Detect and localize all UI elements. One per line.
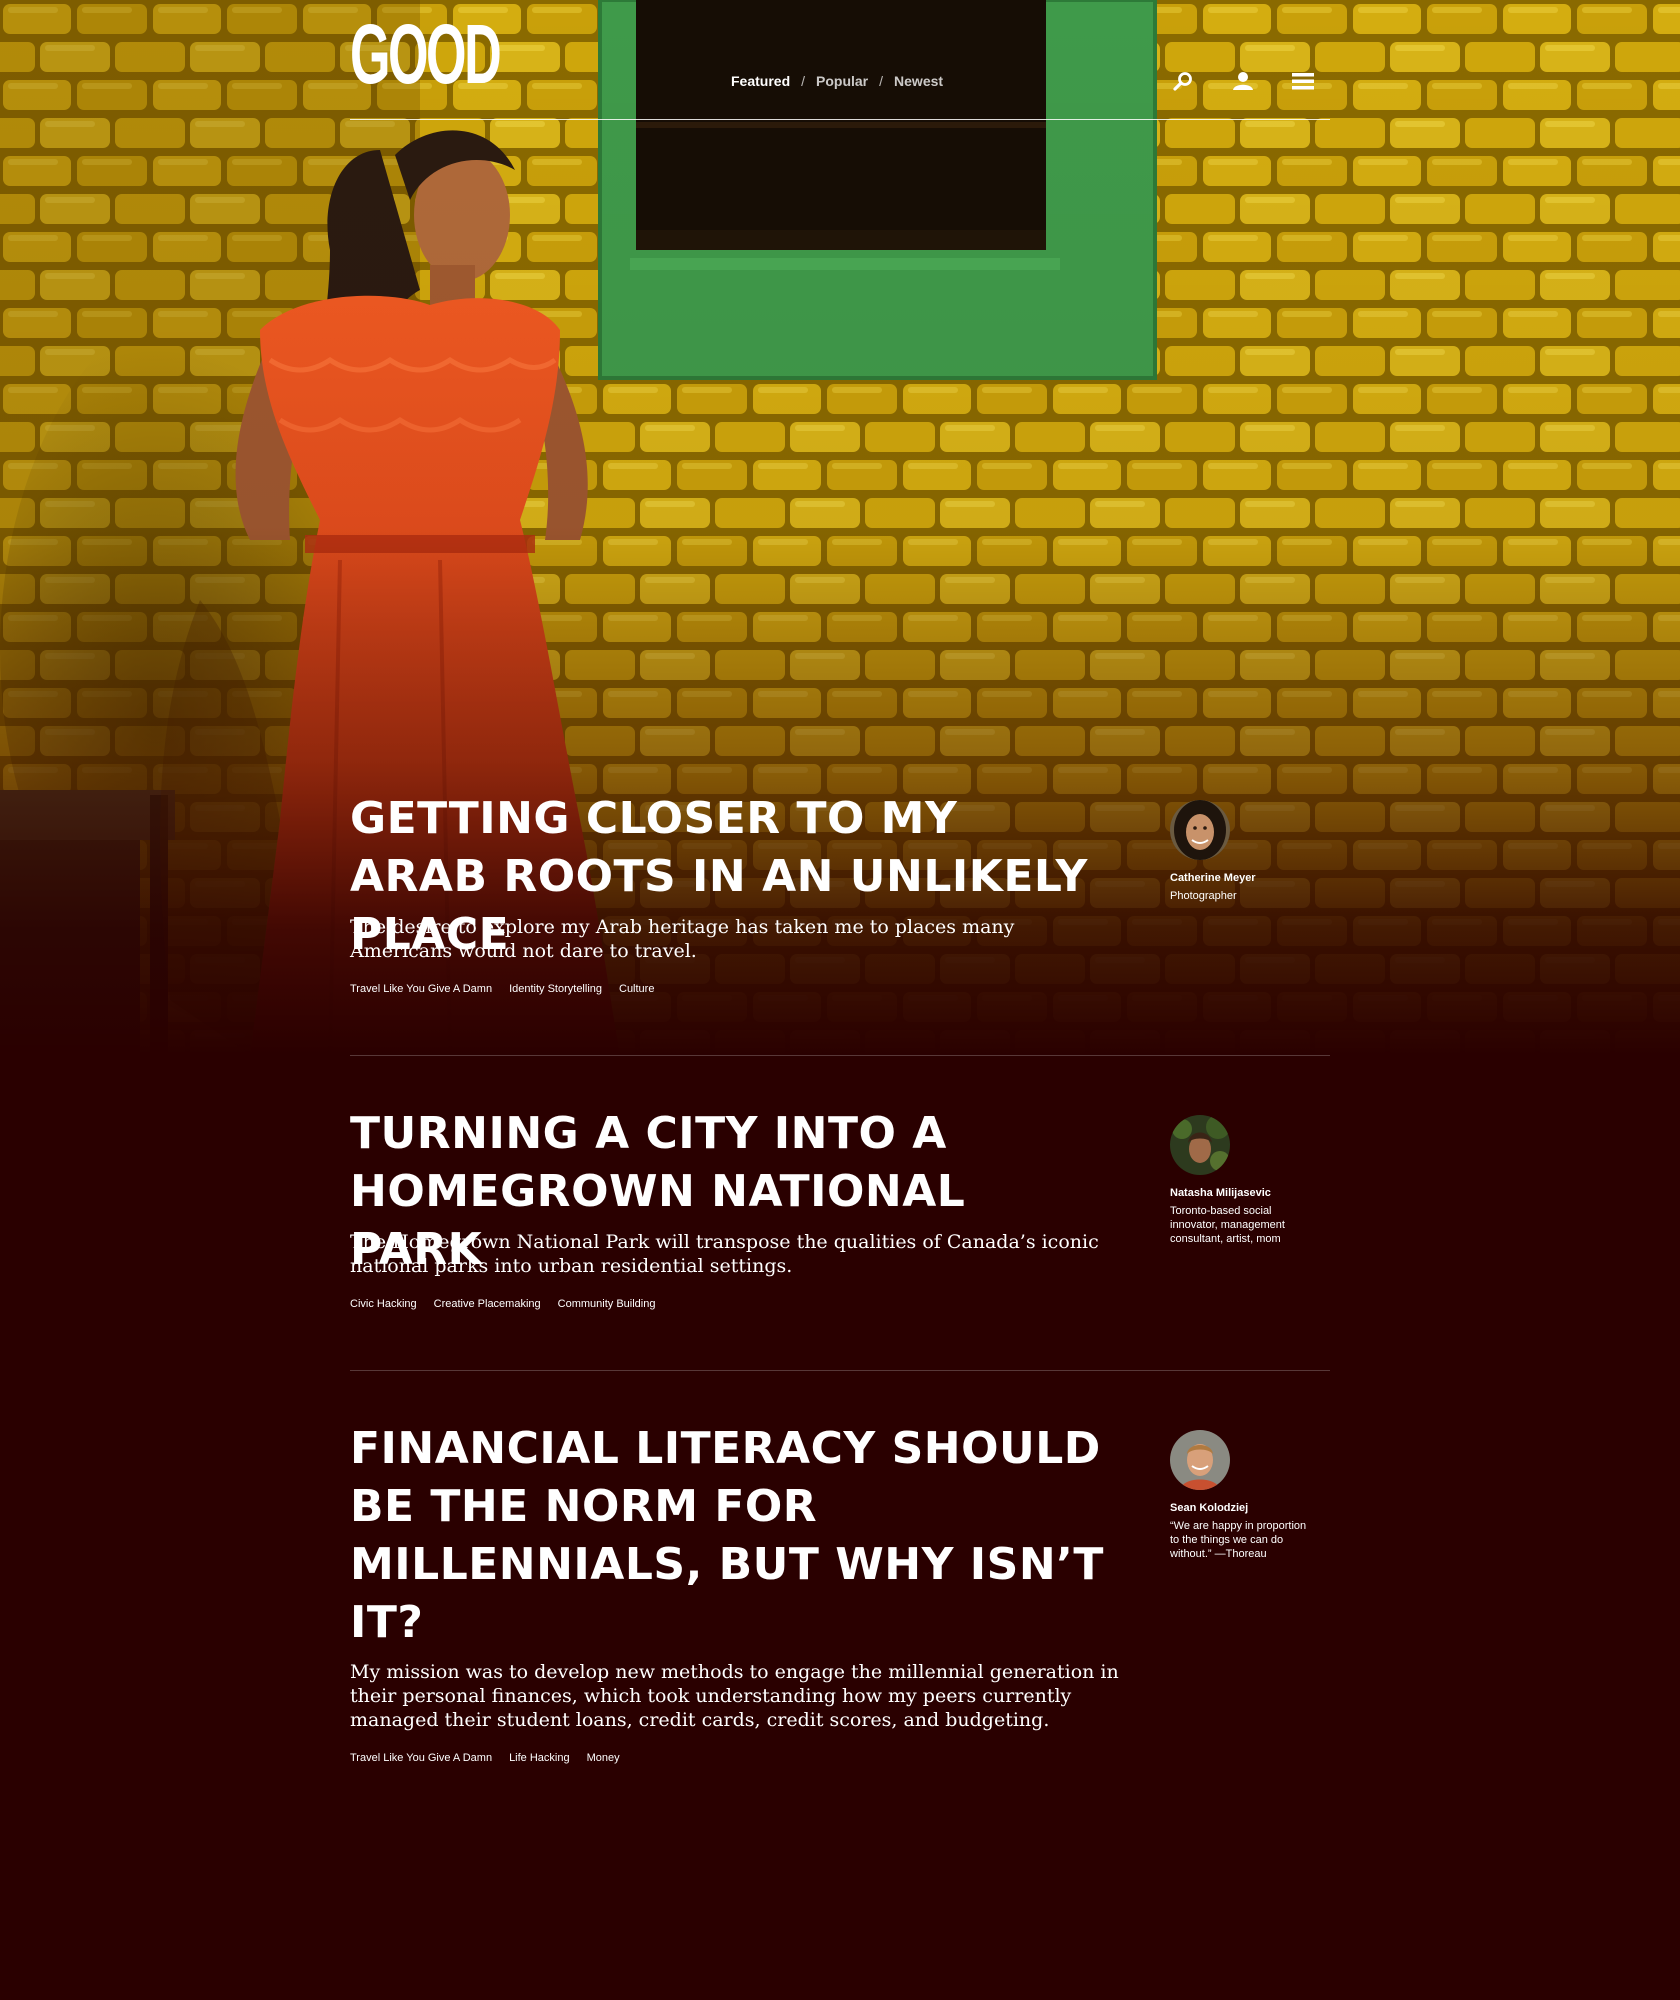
main-nav: Featured / Popular / Newest xyxy=(731,73,943,89)
divider xyxy=(350,1370,1330,1371)
tag-link[interactable]: Travel Like You Give A Damn xyxy=(350,983,492,995)
article-summary: My mission was to develop new methods to… xyxy=(350,1661,1119,1731)
nav-featured[interactable]: Featured xyxy=(731,73,790,89)
avatar[interactable] xyxy=(1170,800,1230,860)
article-title[interactable]: Financial Literacy Should Be the Norm fo… xyxy=(350,1420,1110,1652)
nav-newest[interactable]: Newest xyxy=(894,73,943,89)
tag-link[interactable]: Community Building xyxy=(558,1298,656,1310)
article-tags: Travel Like You Give A Damn Life Hacking… xyxy=(350,1752,620,1764)
good-logo[interactable]: GOOD xyxy=(350,12,502,96)
author-bio: Photographer xyxy=(1170,890,1237,902)
avatar[interactable] xyxy=(1170,1115,1230,1175)
nav-separator: / xyxy=(879,73,884,89)
author-bio: “We are happy in proportion to the thing… xyxy=(1170,1520,1307,1560)
article-tags: Travel Like You Give A Damn Identity Sto… xyxy=(350,983,654,995)
user-icon[interactable] xyxy=(1230,68,1256,94)
article-summary: The desire to explore my Arab heritage h… xyxy=(350,916,1015,962)
author-card: Catherine Meyer Photographer xyxy=(1170,800,1310,903)
tag-link[interactable]: Travel Like You Give A Damn xyxy=(350,1752,492,1764)
tag-link[interactable]: Identity Storytelling xyxy=(509,983,602,995)
author-name[interactable]: Sean Kolodziej xyxy=(1170,1502,1310,1514)
site-header: GOOD Featured / Popular / Newest xyxy=(350,0,1330,120)
divider xyxy=(350,1055,1330,1056)
author-card: Sean Kolodziej “We are happy in proporti… xyxy=(1170,1430,1310,1561)
nav-popular[interactable]: Popular xyxy=(816,73,868,89)
author-name[interactable]: Natasha Milijasevic xyxy=(1170,1187,1310,1199)
avatar[interactable] xyxy=(1170,1430,1230,1490)
tag-link[interactable]: Life Hacking xyxy=(509,1752,570,1764)
author-bio: Toronto-based social innovator, manageme… xyxy=(1170,1205,1285,1245)
tag-link[interactable]: Money xyxy=(587,1752,620,1764)
header-icons xyxy=(1170,68,1330,96)
tag-link[interactable]: Culture xyxy=(619,983,654,995)
tag-link[interactable]: Civic Hacking xyxy=(350,1298,417,1310)
tag-link[interactable]: Creative Placemaking xyxy=(434,1298,541,1310)
article-summary: The Homegrown National Park will transpo… xyxy=(350,1231,1099,1277)
menu-icon[interactable] xyxy=(1290,68,1316,94)
article-tags: Civic Hacking Creative Placemaking Commu… xyxy=(350,1298,655,1310)
nav-separator: / xyxy=(801,73,806,89)
author-card: Natasha Milijasevic Toronto-based social… xyxy=(1170,1115,1310,1246)
author-name[interactable]: Catherine Meyer xyxy=(1170,872,1310,884)
search-icon[interactable] xyxy=(1170,68,1196,94)
